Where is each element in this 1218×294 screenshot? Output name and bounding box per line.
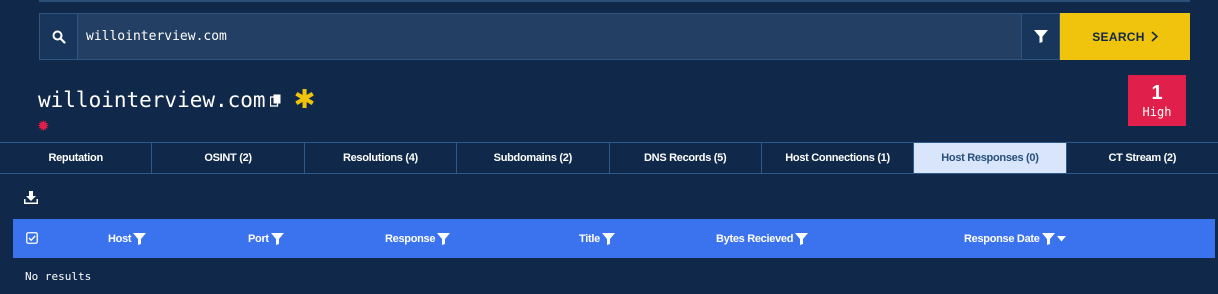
page-title: willointerview.com ✱ [38,87,315,113]
column-host[interactable]: Host [108,219,147,258]
filter-icon[interactable] [795,232,809,245]
column-bytes-recieved-label: Bytes Recieved [716,232,794,245]
search-bar: SEARCH [39,13,1190,60]
risk-badge: 1 High [1128,75,1186,126]
filter-icon[interactable] [1041,232,1055,245]
tab-host-connections[interactable]: Host Connections (1) [762,143,915,173]
filter-icon[interactable] [437,232,451,245]
table-header: Host Port Response Title Bytes Recieved … [13,219,1215,258]
download-icon[interactable] [24,191,38,209]
column-title[interactable]: Title [579,219,615,258]
column-bytes-recieved[interactable]: Bytes Recieved [716,219,809,258]
checkbox-icon[interactable] [26,231,38,244]
column-response-date-label: Response Date [964,232,1040,245]
tab-subdomains[interactable]: Subdomains (2) [457,143,610,173]
filter-icon[interactable] [133,232,147,245]
chevron-right-icon [1151,31,1158,42]
tab-ct-stream[interactable]: CT Stream (2) [1067,143,1218,173]
copy-icon[interactable] [269,94,282,107]
tab-resolutions[interactable]: Resolutions (4) [305,143,458,173]
column-response[interactable]: Response [385,219,451,258]
search-button[interactable]: SEARCH [1060,13,1190,60]
column-response-date[interactable]: Response Date [964,219,1066,258]
search-icon [39,13,77,60]
filter-icon[interactable] [1022,13,1060,60]
risk-count: 1 [1151,81,1163,104]
column-port[interactable]: Port [248,219,284,258]
empty-state-text: No results [25,270,92,283]
column-host-label: Host [108,232,132,245]
tab-reputation[interactable]: Reputation [0,143,153,173]
column-port-label: Port [248,232,269,245]
domain-name: willointerview.com [38,88,266,112]
search-input[interactable] [77,13,1022,60]
gear-icon[interactable]: ✹ [37,119,50,134]
column-response-label: Response [385,232,436,245]
sort-down-icon[interactable] [1056,235,1066,242]
search-button-label: SEARCH [1092,29,1145,44]
star-icon[interactable]: ✱ [294,87,316,113]
tab-bar: Reputation OSINT (2) Resolutions (4) Sub… [0,142,1218,174]
filter-icon[interactable] [270,232,284,245]
top-divider [39,0,1190,2]
column-title-label: Title [579,232,600,245]
risk-level: High [1142,104,1172,119]
tab-host-responses[interactable]: Host Responses (0) [914,143,1067,173]
tab-dns-records[interactable]: DNS Records (5) [610,143,762,173]
tab-osint[interactable]: OSINT (2) [152,143,305,173]
filter-icon[interactable] [601,232,615,245]
